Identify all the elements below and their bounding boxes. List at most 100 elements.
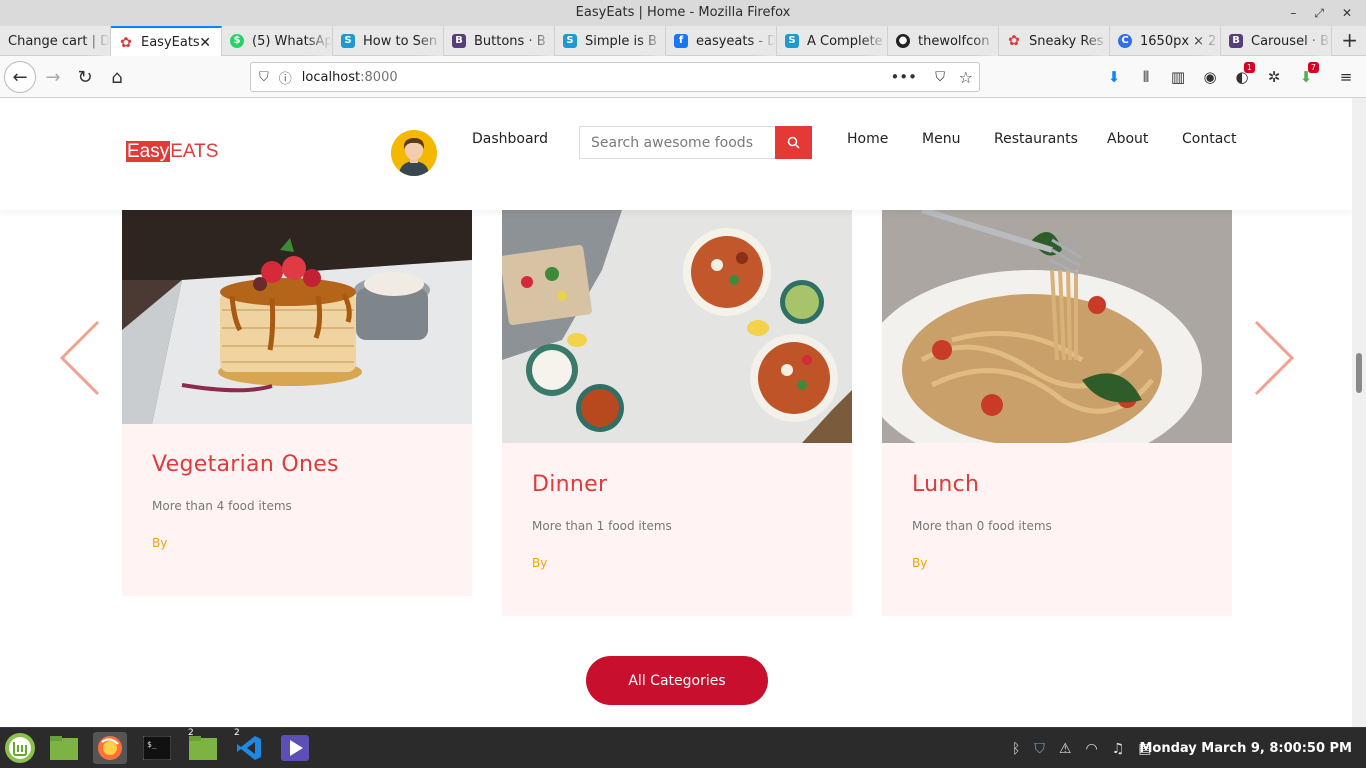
- tab-bar: Change cart | D ✿ EasyEats ✕ $ (5) Whats…: [0, 26, 1366, 57]
- back-arrow-icon: ←: [12, 66, 28, 88]
- card-author: By: [532, 556, 548, 570]
- category-card-lunch[interactable]: Lunch More than 0 food items By: [882, 210, 1232, 616]
- card-title[interactable]: Dinner: [532, 472, 607, 497]
- tab-buttons-bootstrap[interactable]: B Buttons · B: [444, 26, 555, 56]
- bluetooth-icon[interactable]: ᛒ: [1012, 741, 1020, 757]
- window-count-badge: 2: [234, 728, 240, 738]
- nav-contact[interactable]: Contact: [1182, 131, 1236, 147]
- logo-eats: EATS: [170, 141, 219, 162]
- carousel-prev-arrow-icon[interactable]: [60, 320, 100, 396]
- card-author: By: [152, 536, 168, 550]
- pancake-image: [122, 210, 472, 424]
- github-icon: ●: [896, 34, 910, 48]
- stackoverflow-icon: S: [563, 34, 577, 48]
- window-title: EasyEats | Home - Mozilla Firefox: [575, 5, 791, 20]
- site-header: EasyEATS Dashboard Home Menu Restaurants…: [0, 98, 1352, 210]
- window-count-badge: 2: [188, 728, 194, 738]
- all-categories-button[interactable]: All Categories: [586, 656, 768, 705]
- tab-github[interactable]: ● thewolfcon: [888, 26, 999, 56]
- facebook-icon: f: [674, 34, 688, 48]
- wifi-icon[interactable]: ◠: [1085, 741, 1097, 757]
- tab-simple-is[interactable]: S Simple is B: [555, 26, 666, 56]
- search-icon: [787, 136, 800, 149]
- linux-mint-menu-icon[interactable]: [3, 732, 37, 764]
- minimize-button[interactable]: –: [1290, 0, 1296, 26]
- tab-easyeats[interactable]: ✿ EasyEats ✕: [111, 26, 222, 57]
- close-tab-icon[interactable]: ✕: [199, 35, 211, 51]
- search-button[interactable]: [775, 126, 812, 159]
- clock[interactable]: Monday March 9, 8:00:50 PM: [1139, 728, 1352, 769]
- search-input[interactable]: [579, 126, 775, 159]
- tab-whatsapp[interactable]: $ (5) WhatsAp: [222, 26, 333, 56]
- security-shield-icon[interactable]: ⛉: [1034, 741, 1045, 757]
- bookmark-star-icon[interactable]: ☆: [959, 68, 973, 87]
- download-manager-icon[interactable]: ⬇ 7: [1291, 62, 1321, 92]
- tab-easyeats-facebook[interactable]: f easyeats - D: [666, 26, 777, 56]
- download-badge: 7: [1307, 62, 1319, 73]
- maximize-button[interactable]: ⤢: [1314, 0, 1324, 26]
- tab-image[interactable]: C 1650px × 2: [1110, 26, 1221, 56]
- files-group-icon[interactable]: 2: [186, 728, 220, 764]
- svg-text:$_: $_: [147, 740, 157, 749]
- extension-icon[interactable]: ✲: [1259, 62, 1289, 92]
- tab-carousel[interactable]: B Carousel · B: [1221, 26, 1332, 56]
- warning-icon[interactable]: ⚠: [1059, 741, 1072, 757]
- category-card-vegetarian[interactable]: Vegetarian Ones More than 4 food items B…: [122, 210, 472, 596]
- card-food-count: More than 1 food items: [532, 519, 672, 533]
- easyeats-icon: ✿: [120, 34, 132, 51]
- page-actions-icon[interactable]: •••: [890, 68, 917, 86]
- category-card-dinner[interactable]: Dinner More than 1 food items By: [502, 210, 852, 616]
- info-icon[interactable]: ⓘ: [279, 68, 292, 87]
- bootstrap-icon: B: [452, 34, 466, 48]
- account-icon[interactable]: ◉: [1195, 62, 1225, 92]
- nav-about[interactable]: About: [1107, 131, 1148, 147]
- avatar[interactable]: [391, 130, 437, 176]
- vscode-icon[interactable]: 2: [232, 728, 266, 764]
- hamburger-menu-icon[interactable]: ≡: [1331, 62, 1361, 92]
- home-button[interactable]: ⌂: [102, 62, 132, 92]
- shield-icon[interactable]: ⛉: [259, 70, 269, 85]
- new-tab-button[interactable]: +: [1341, 26, 1358, 56]
- carousel-next-arrow-icon[interactable]: [1254, 320, 1294, 396]
- page-scrollbar[interactable]: [1352, 98, 1366, 727]
- forward-button[interactable]: →: [38, 62, 68, 92]
- firefox-taskbar-icon[interactable]: [93, 732, 127, 764]
- close-window-button[interactable]: ✕: [1342, 0, 1352, 26]
- card-food-count: More than 4 food items: [152, 499, 292, 513]
- terminal-icon[interactable]: $_: [140, 732, 174, 764]
- tab-a-complete[interactable]: S A Complete: [777, 26, 888, 56]
- nav-home[interactable]: Home: [847, 131, 888, 147]
- back-button[interactable]: ←: [4, 61, 36, 93]
- sidebar-icon[interactable]: ▥: [1163, 62, 1193, 92]
- extension-notifications-icon[interactable]: ◐ 1: [1227, 62, 1257, 92]
- pasta-image: [882, 210, 1232, 443]
- nav-restaurants[interactable]: Restaurants: [994, 131, 1078, 147]
- nav-menu[interactable]: Menu: [922, 131, 960, 147]
- forward-arrow-icon: →: [45, 66, 61, 88]
- music-icon[interactable]: ♫: [1112, 741, 1125, 757]
- reload-button[interactable]: ↻: [70, 62, 100, 92]
- card-title[interactable]: Lunch: [912, 472, 979, 497]
- window-controls: – ⤢ ✕: [1290, 0, 1352, 26]
- card-title[interactable]: Vegetarian Ones: [152, 452, 339, 477]
- window-titlebar: EasyEats | Home - Mozilla Firefox – ⤢ ✕: [0, 0, 1366, 26]
- url-bar[interactable]: ⛉ ⓘ localhost:8000 ••• ⛉ ☆: [250, 62, 980, 92]
- library-icon[interactable]: ⫴: [1131, 62, 1161, 92]
- media-player-icon[interactable]: [278, 732, 312, 764]
- stackoverflow-icon: S: [341, 34, 355, 48]
- tab-how-to-send[interactable]: S How to Sen: [333, 26, 444, 56]
- nav-dashboard[interactable]: Dashboard: [472, 131, 548, 147]
- tab-sneaky[interactable]: ✿ Sneaky Res: [999, 26, 1110, 56]
- url-port: :8000: [360, 69, 398, 85]
- tab-change-cart[interactable]: Change cart | D: [0, 26, 111, 56]
- site-logo[interactable]: EasyEATS: [126, 141, 219, 162]
- card-food-count: More than 0 food items: [912, 519, 1052, 533]
- scrollbar-thumb[interactable]: [1356, 353, 1362, 393]
- url-host: localhost: [301, 69, 361, 85]
- whatsapp-icon: $: [230, 34, 244, 48]
- pocket-icon[interactable]: ⛉: [935, 70, 945, 85]
- downloads-icon[interactable]: ⬇: [1099, 62, 1129, 92]
- file-manager-icon[interactable]: [47, 732, 81, 764]
- card-author: By: [912, 556, 928, 570]
- system-tray: ᛒ ⛉ ⚠ ◠ ♫ ▤: [1012, 728, 1151, 769]
